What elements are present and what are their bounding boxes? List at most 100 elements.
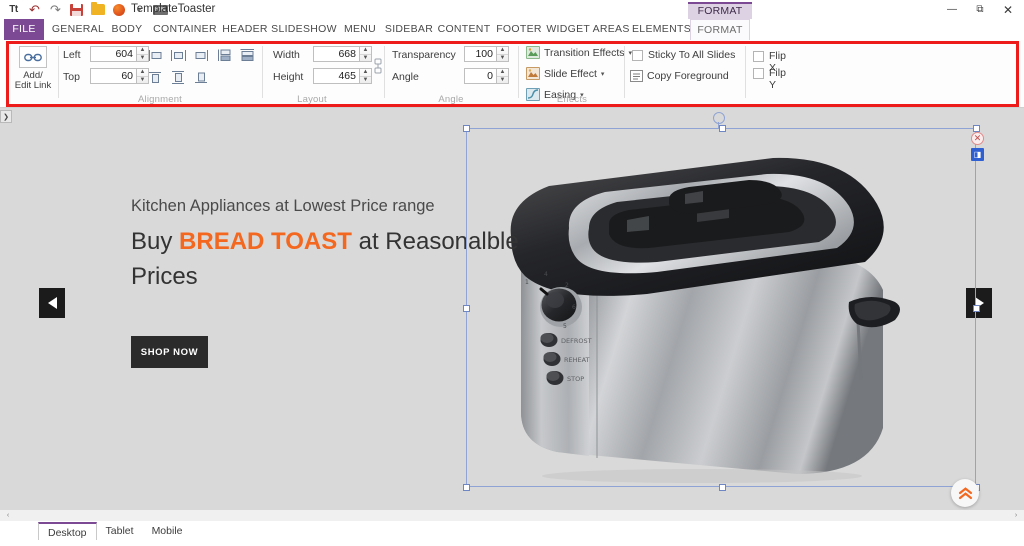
rotate-handle[interactable] xyxy=(713,112,725,124)
design-canvas[interactable]: 14 265 DEFROST REHEAT STOP Kitchen Appli… xyxy=(0,108,1024,510)
ribbon-group-link: Add/ Edit Link xyxy=(8,40,56,106)
angle-spinner[interactable]: ▲ ▼ xyxy=(497,68,509,84)
sticky-to-all-slides-checkbox[interactable] xyxy=(632,50,643,61)
device-tab-mobile[interactable]: Mobile xyxy=(143,522,192,540)
ribbon-tab-format-active[interactable]: FORMAT xyxy=(690,19,750,40)
flip-y-label[interactable]: Filp Y xyxy=(769,67,786,91)
selection-handle-sw[interactable] xyxy=(463,484,470,491)
align-right-icon[interactable] xyxy=(193,48,210,63)
expand-left-panel-button[interactable]: ❯ xyxy=(0,110,12,123)
width-input[interactable] xyxy=(314,47,359,61)
open-folder-icon[interactable] xyxy=(90,2,105,17)
selection-handle-n[interactable] xyxy=(719,125,726,132)
ribbon-tab-container[interactable]: CONTAINER xyxy=(150,19,220,40)
angle-field-label: Angle xyxy=(392,71,419,83)
copy-foreground-label[interactable]: Copy Foreground xyxy=(647,70,729,82)
add-edit-link-button[interactable]: Add/ Edit Link xyxy=(12,46,54,96)
slide-text-block[interactable]: Kitchen Appliances at Lowest Price range… xyxy=(131,196,521,295)
save-icon[interactable] xyxy=(69,2,84,17)
height-input[interactable] xyxy=(314,69,359,83)
angle-group-label: Angle xyxy=(438,94,464,105)
width-field[interactable] xyxy=(313,46,360,62)
sticky-to-all-slides-label[interactable]: Sticky To All Slides xyxy=(648,49,735,61)
left-field[interactable] xyxy=(90,46,137,62)
scroll-right-arrow[interactable]: › xyxy=(1010,510,1022,521)
redo-icon[interactable]: ↷ xyxy=(48,2,63,17)
slide-prev-button[interactable] xyxy=(39,288,65,318)
height-spin-up[interactable]: ▲ xyxy=(360,69,371,77)
transparency-spin-up[interactable]: ▲ xyxy=(497,47,508,55)
angle-spin-up[interactable]: ▲ xyxy=(497,69,508,77)
top-field[interactable] xyxy=(90,68,137,84)
delete-element-button[interactable]: ✕ xyxy=(971,132,984,145)
ribbon-group-layout: Width ▲ ▼ Height ▲ ▼ Layout xyxy=(264,40,382,106)
element-settings-button[interactable]: ◨ xyxy=(971,148,984,161)
width-spinner[interactable]: ▲ ▼ xyxy=(360,46,372,62)
slide-effect-label: Slide Effect xyxy=(544,67,597,80)
transparency-field[interactable] xyxy=(464,46,497,62)
distribute-horizontal-icon[interactable] xyxy=(216,48,233,63)
selection-handle-e[interactable] xyxy=(973,305,980,312)
add-edit-link-label-2: Edit Link xyxy=(14,80,52,91)
height-field-label: Height xyxy=(273,71,304,83)
ribbon-tab-file[interactable]: FILE xyxy=(4,19,44,40)
left-input[interactable] xyxy=(91,47,136,61)
flip-x-checkbox[interactable] xyxy=(753,51,764,62)
flip-y-checkbox[interactable] xyxy=(753,68,764,79)
ribbon-tab-elements[interactable]: ELEMENTS xyxy=(632,19,691,40)
ribbon-tab-sidebar[interactable]: SIDEBAR xyxy=(383,19,435,40)
ribbon-tab-widget-areas[interactable]: WIDGET AREAS xyxy=(545,19,631,40)
selection-handle-nw[interactable] xyxy=(463,125,470,132)
slide-effect-button[interactable]: Slide Effect ▾ xyxy=(526,67,604,80)
height-spinner[interactable]: ▲ ▼ xyxy=(360,68,372,84)
ribbon-tab-general[interactable]: GENERAL xyxy=(50,19,106,40)
width-spin-up[interactable]: ▲ xyxy=(360,47,371,55)
preview-browser-icon[interactable] xyxy=(111,2,126,17)
angle-input[interactable] xyxy=(465,69,496,83)
selection-handle-ne[interactable] xyxy=(973,125,980,132)
align-bottom-icon[interactable] xyxy=(193,70,210,85)
minimize-button[interactable]: — xyxy=(938,0,966,19)
shop-now-button[interactable]: SHOP NOW xyxy=(131,336,208,368)
ribbon-tab-footer[interactable]: FOOTER xyxy=(495,19,543,40)
align-center-horizontal-icon[interactable] xyxy=(170,48,187,63)
transparency-spin-down[interactable]: ▼ xyxy=(497,55,508,62)
close-button[interactable]: ✕ xyxy=(994,0,1022,19)
restore-button[interactable]: ⧉ xyxy=(966,0,994,19)
ribbon-group-alignment: Left ▲ ▼ Top ▲ ▼ xyxy=(60,40,260,106)
height-field[interactable] xyxy=(313,68,360,84)
horizontal-scrollbar[interactable]: ‹ › xyxy=(0,510,1024,521)
scroll-left-arrow[interactable]: ‹ xyxy=(2,510,14,521)
height-spin-down[interactable]: ▼ xyxy=(360,77,371,84)
selection-handle-w[interactable] xyxy=(463,305,470,312)
top-input[interactable] xyxy=(91,69,136,83)
ribbon-tab-body[interactable]: BODY xyxy=(107,19,147,40)
width-spin-down[interactable]: ▼ xyxy=(360,55,371,62)
scroll-to-top-button[interactable] xyxy=(951,479,979,507)
transparency-input[interactable] xyxy=(465,47,496,61)
angle-spin-down[interactable]: ▼ xyxy=(497,77,508,84)
selection-handle-s[interactable] xyxy=(719,484,726,491)
ribbon-tab-header[interactable]: HEADER xyxy=(221,19,269,40)
align-left-icon[interactable] xyxy=(147,48,164,63)
transition-effects-icon xyxy=(526,46,540,59)
align-middle-icon[interactable] xyxy=(170,70,187,85)
undo-icon[interactable]: ↶ xyxy=(27,2,42,17)
ribbon-tab-menu[interactable]: MENU xyxy=(339,19,381,40)
ribbon-tab-content[interactable]: CONTENT xyxy=(437,19,491,40)
transparency-spinner[interactable]: ▲ ▼ xyxy=(497,46,509,62)
ribbon-tab-slideshow[interactable]: SLIDESHOW xyxy=(271,19,337,40)
link-chain-icon xyxy=(19,46,47,68)
transition-effects-label: Transition Effects xyxy=(544,46,625,59)
distribute-vertical-icon[interactable] xyxy=(239,48,256,63)
device-tab-desktop[interactable]: Desktop xyxy=(38,522,97,540)
align-top-icon[interactable] xyxy=(147,70,164,85)
transition-effects-button[interactable]: Transition Effects ▾ xyxy=(526,46,632,59)
effects-group-label: Effects xyxy=(556,94,588,105)
device-tab-tablet[interactable]: Tablet xyxy=(97,522,143,540)
aspect-ratio-lock-icon[interactable] xyxy=(372,58,384,74)
text-tool-icon[interactable]: Tt xyxy=(6,2,21,17)
left-field-label: Left xyxy=(63,49,81,61)
angle-field[interactable] xyxy=(464,68,497,84)
slide-effect-caret-icon[interactable]: ▾ xyxy=(601,70,605,78)
